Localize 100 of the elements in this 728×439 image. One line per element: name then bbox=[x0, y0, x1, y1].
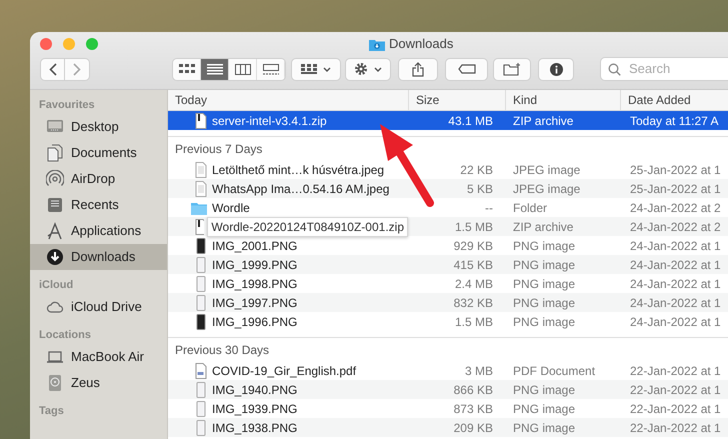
date-added: 24-Jan-2022 at 1 bbox=[630, 238, 721, 252]
file-kind: JPEG image bbox=[513, 162, 580, 176]
file-size: 209 KB bbox=[454, 420, 493, 434]
file-row[interactable]: COVID-19_Gir_English.pdf 3 MB PDF Document 22-Jan-2022 at 1 bbox=[168, 361, 728, 380]
file-row[interactable]: Wordle-20220124T084910Z-001.zip 1.5 MB ZIP archive 24-Jan-2022 at 2 bbox=[168, 217, 728, 236]
file-row[interactable]: IMG_2001.PNG 929 KB PNG image 24-Jan-2022 at 1 bbox=[168, 236, 728, 255]
pdf-file-icon bbox=[195, 362, 207, 378]
section-heading: iCloud bbox=[38, 278, 74, 293]
sidebar-item[interactable]: Desktop bbox=[30, 114, 167, 140]
file-name: COVID-19_Gir_English.pdf bbox=[212, 362, 356, 380]
sidebar-item[interactable]: Recents bbox=[30, 192, 167, 218]
date-added: 22-Jan-2022 at 1 bbox=[630, 364, 721, 378]
file-row[interactable]: server-intel-v3.4.1.zip 43.1 MB ZIP archive Today at 11:27 A bbox=[168, 111, 728, 130]
download-icon bbox=[46, 248, 64, 266]
file-size: 866 KB bbox=[454, 382, 493, 396]
column-header[interactable]: Size bbox=[408, 90, 505, 110]
list-view-icon bbox=[206, 64, 222, 74]
date-added: 24-Jan-2022 at 1 bbox=[630, 296, 721, 310]
section-heading: Tags bbox=[38, 404, 65, 419]
file-name: IMG_2001.PNG bbox=[212, 238, 298, 254]
file-row[interactable]: Letölthető mint…k húsvétra.jpeg 22 KB JPEG image 25-Jan-2022 at 1 bbox=[168, 160, 728, 179]
zip-file-icon bbox=[195, 218, 204, 234]
file-row[interactable]: IMG_1997.PNG 832 KB PNG image 24-Jan-2022 at 1 bbox=[168, 293, 728, 312]
file-size: 873 KB bbox=[454, 402, 493, 416]
grid-icon bbox=[301, 64, 317, 74]
icon-view-button[interactable] bbox=[173, 58, 201, 80]
tag-button[interactable] bbox=[445, 58, 488, 80]
file-kind: Folder bbox=[513, 200, 548, 214]
file-row[interactable]: Wordle -- Folder 24-Jan-2022 at 2 bbox=[168, 198, 728, 217]
sidebar-item[interactable]: Zeus bbox=[30, 370, 167, 396]
file-kind: PNG image bbox=[513, 276, 576, 290]
file-name: IMG_1998.PNG bbox=[212, 276, 298, 292]
sidebar-item[interactable]: iCloud Drive bbox=[30, 294, 167, 320]
section-heading: Locations bbox=[38, 328, 92, 343]
phone-image-icon bbox=[195, 314, 207, 330]
file-name: IMG_1997.PNG bbox=[212, 294, 298, 312]
file-row[interactable]: IMG_1998.PNG 2.4 MB PNG image 24-Jan-2022 at 1 bbox=[168, 274, 728, 293]
file-name: IMG_1996.PNG bbox=[212, 314, 298, 330]
file-size: 1.5 MB bbox=[454, 314, 493, 328]
action-button[interactable] bbox=[345, 58, 391, 80]
share-icon bbox=[412, 62, 424, 76]
folder-icon bbox=[369, 38, 385, 50]
file-row[interactable]: IMG_1938.PNG 209 KB PNG image 22-Jan-2022 at 1 bbox=[168, 418, 728, 437]
filename-tooltip: Wordle-20220124T084910Z-001.zip bbox=[207, 216, 408, 236]
file-row[interactable]: IMG_1996.PNG 1.5 MB PNG image 24-Jan-2022 at 1 bbox=[168, 312, 728, 331]
info-button[interactable] bbox=[538, 58, 574, 80]
sidebar-item[interactable]: Downloads bbox=[30, 244, 167, 270]
tag-icon bbox=[458, 64, 476, 74]
phone-image-icon bbox=[195, 238, 207, 254]
file-size: 5 KB bbox=[466, 182, 493, 196]
file-size: 43.1 MB bbox=[448, 114, 493, 128]
file-row[interactable]: WhatsApp Ima…0.54.16 AM.jpeg 5 KB JPEG image 25-Jan-2022 at 1 bbox=[168, 179, 728, 198]
file-row[interactable]: IMG_1939.PNG 873 KB PNG image 22-Jan-2022 at 1 bbox=[168, 399, 728, 418]
file-size: -- bbox=[485, 200, 493, 214]
file-row[interactable]: IMG_1940.PNG 866 KB PNG image 22-Jan-2022 at 1 bbox=[168, 380, 728, 399]
caret-icon bbox=[374, 66, 382, 72]
image-file-icon bbox=[195, 180, 207, 196]
file-size: 22 KB bbox=[460, 162, 493, 176]
airdrop-icon bbox=[46, 170, 64, 188]
file-kind: PNG image bbox=[513, 420, 576, 434]
sidebar-item[interactable]: AirDrop bbox=[30, 166, 167, 192]
info-icon bbox=[550, 62, 562, 76]
sidebar-item[interactable]: Applications bbox=[30, 218, 167, 244]
column-header[interactable]: Date Added bbox=[620, 90, 728, 110]
group-button[interactable] bbox=[291, 58, 341, 80]
gallery-view-button[interactable] bbox=[257, 58, 285, 80]
file-size: 832 KB bbox=[454, 296, 493, 310]
file-kind: PNG image bbox=[513, 402, 576, 416]
search-input[interactable]: Search bbox=[627, 58, 717, 80]
column-header[interactable]: Kind bbox=[505, 90, 620, 110]
phone-image-icon bbox=[195, 420, 207, 436]
phone-image-icon bbox=[195, 400, 207, 416]
list-view-button[interactable] bbox=[201, 58, 229, 80]
window-title: Downloads bbox=[389, 35, 454, 54]
caret-icon bbox=[323, 66, 331, 72]
group-heading: Previous 30 Days bbox=[168, 337, 728, 361]
section-heading: Favourites bbox=[38, 98, 96, 113]
search-field[interactable]: Search bbox=[600, 57, 728, 81]
file-size: 415 KB bbox=[454, 258, 493, 272]
column-view-icon bbox=[234, 64, 250, 74]
file-name: Wordle bbox=[212, 200, 250, 216]
sidebar-item[interactable]: Documents bbox=[30, 140, 167, 166]
share-button[interactable] bbox=[398, 58, 438, 80]
file-row[interactable]: IMG_1999.PNG 415 KB PNG image 24-Jan-2022 at 1 bbox=[168, 255, 728, 274]
column-view-button[interactable] bbox=[229, 58, 257, 80]
file-kind: PDF Document bbox=[513, 364, 596, 378]
file-kind: JPEG image bbox=[513, 182, 580, 196]
new-folder-button[interactable] bbox=[493, 58, 531, 80]
chevron-right-icon bbox=[73, 62, 81, 76]
sidebar-item[interactable]: MacBook Air bbox=[30, 344, 167, 370]
date-added: 24-Jan-2022 at 2 bbox=[630, 220, 721, 234]
image-file-icon bbox=[195, 162, 207, 178]
file-size: 929 KB bbox=[454, 238, 493, 252]
compass-icon bbox=[46, 222, 64, 240]
zip-file-icon bbox=[195, 112, 207, 128]
back-button[interactable] bbox=[40, 58, 65, 80]
group-heading: Today bbox=[174, 92, 208, 109]
date-added: 22-Jan-2022 at 1 bbox=[630, 402, 721, 416]
gallery-view-icon bbox=[262, 64, 278, 74]
date-added: Today at 11:27 A bbox=[630, 114, 719, 128]
